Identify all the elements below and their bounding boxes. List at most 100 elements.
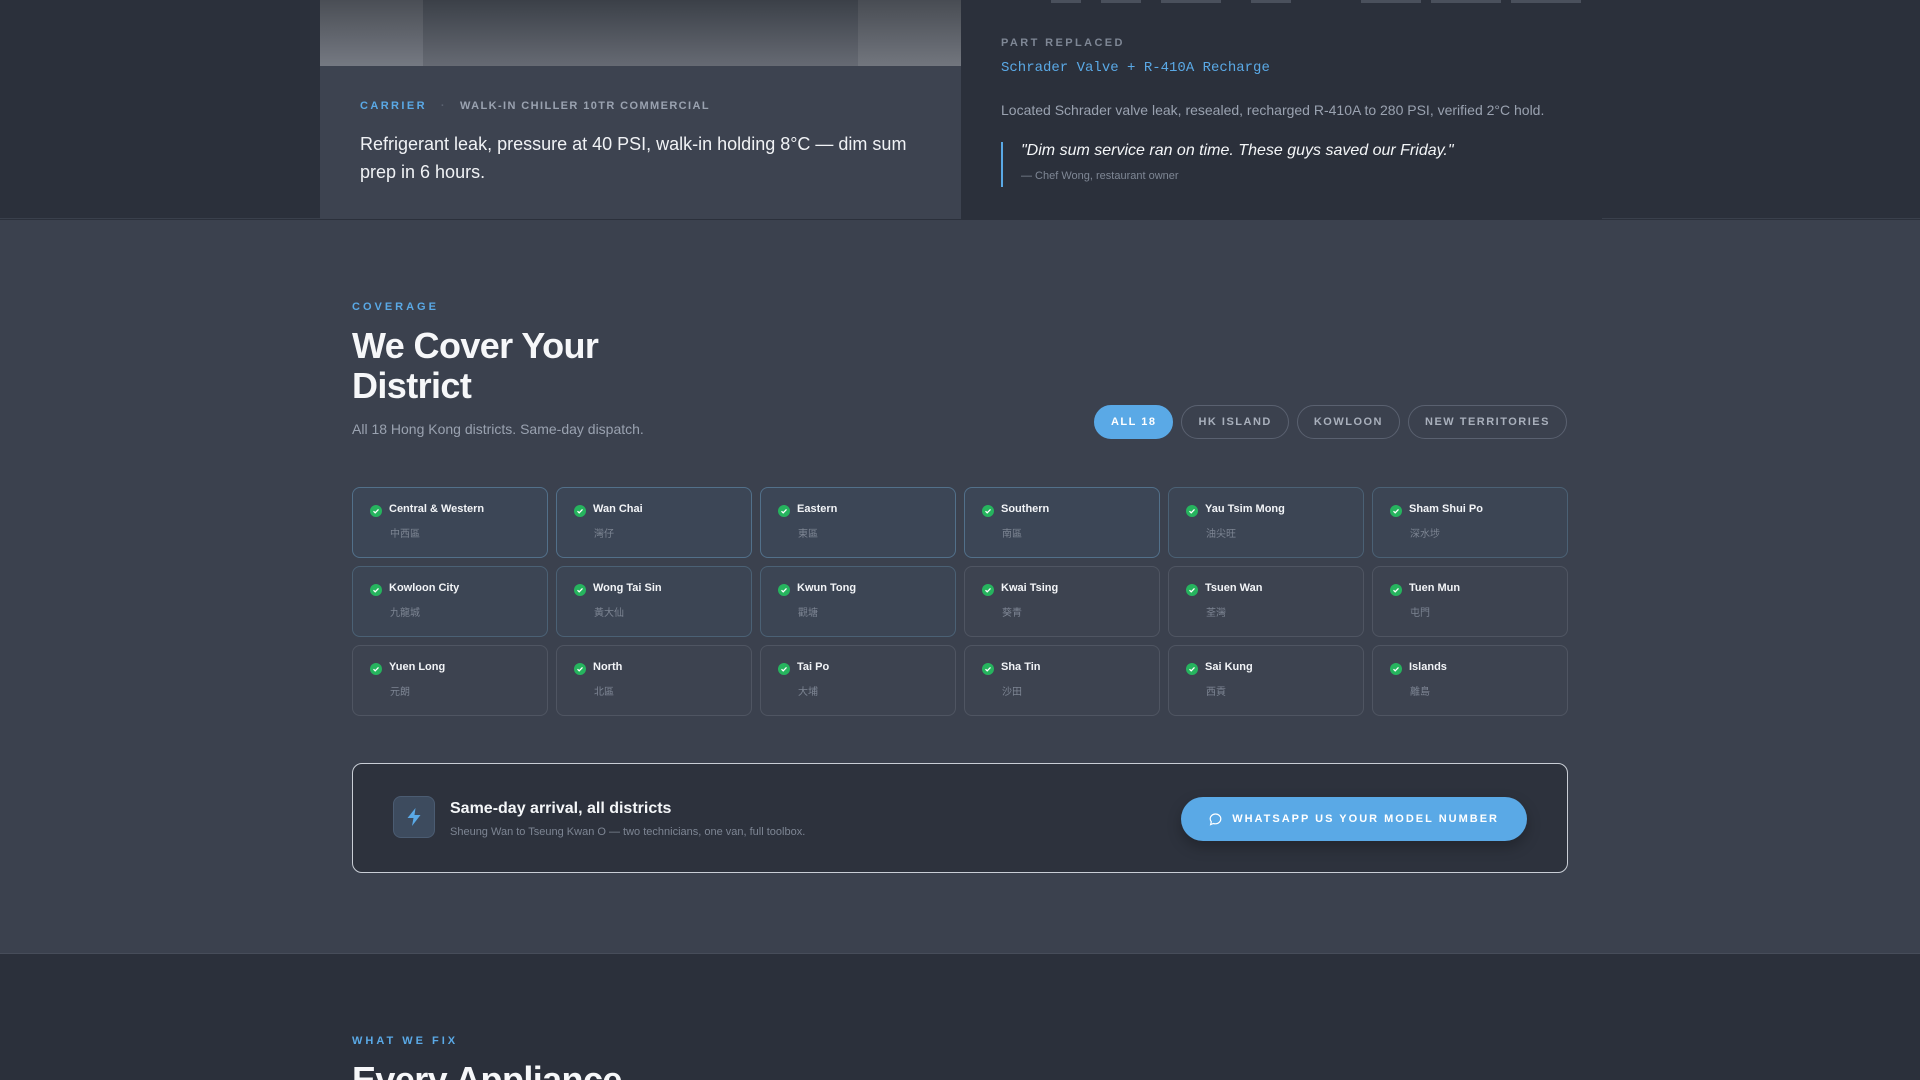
fix-eyebrow: WHAT WE FIX xyxy=(352,1035,459,1047)
district-name: Tuen Mun xyxy=(1409,582,1461,594)
district-name: Islands xyxy=(1409,661,1447,673)
part-description: Located Schrader valve leak, resealed, r… xyxy=(1001,102,1545,118)
district-card[interactable]: Kwun Tong 觀塘 xyxy=(760,566,956,637)
district-name: Sai Kung xyxy=(1205,661,1253,673)
region-filters: ALL 18 HK ISLAND KOWLOON NEW TERRITORIES xyxy=(1093,405,1567,439)
district-name-zh: 黃大仙 xyxy=(594,608,624,619)
filter-new-territories[interactable]: NEW TERRITORIES xyxy=(1408,405,1567,439)
district-card[interactable]: Tuen Mun 屯門 xyxy=(1372,566,1568,637)
district-name: Tsuen Wan xyxy=(1205,582,1263,594)
check-circle-icon xyxy=(574,584,586,596)
whatsapp-button-label: WHATSAPP US YOUR MODEL NUMBER xyxy=(1232,813,1499,825)
district-card[interactable]: Tsuen Wan 荃灣 xyxy=(1168,566,1364,637)
part-replaced-label: PART REPLACED xyxy=(1001,37,1125,49)
district-name: Yuen Long xyxy=(389,661,446,673)
district-name-zh: 元朗 xyxy=(390,687,410,698)
district-name-zh: 東區 xyxy=(798,529,818,540)
district-name: Central & Western xyxy=(389,503,485,515)
district-name: Sha Tin xyxy=(1001,661,1041,673)
district-card[interactable]: Wan Chai 灣仔 xyxy=(556,487,752,558)
district-card[interactable]: Eastern 東區 xyxy=(760,487,956,558)
check-circle-icon xyxy=(370,663,382,675)
testimonial-quote: "Dim sum service ran on time. These guys… xyxy=(1001,142,1454,187)
district-name-zh: 中西區 xyxy=(390,529,420,540)
district-card[interactable]: Kowloon City 九龍城 xyxy=(352,566,548,637)
district-name-zh: 屯門 xyxy=(1410,608,1430,619)
dispatch-subtitle: Sheung Wan to Tseung Kwan O — two techni… xyxy=(450,826,806,838)
district-card[interactable]: Southern 南區 xyxy=(964,487,1160,558)
district-name: Wong Tai Sin xyxy=(593,582,662,594)
check-circle-icon xyxy=(574,505,586,517)
district-card[interactable]: Islands 離島 xyxy=(1372,645,1568,716)
filter-hk-island[interactable]: HK ISLAND xyxy=(1181,405,1289,439)
check-circle-icon xyxy=(1390,584,1402,596)
check-circle-icon xyxy=(370,584,382,596)
case-brand: CARRIER xyxy=(360,100,427,112)
district-name-zh: 沙田 xyxy=(1002,687,1022,698)
district-name-zh: 荃灣 xyxy=(1206,608,1226,619)
chat-bubble-icon xyxy=(1209,812,1222,826)
district-name-zh: 離島 xyxy=(1410,687,1430,698)
check-circle-icon xyxy=(574,663,586,675)
what-we-fix-section: WHAT WE FIX Every Appliance xyxy=(0,955,1920,1080)
coverage-subtitle: All 18 Hong Kong districts. Same-day dis… xyxy=(352,421,644,437)
check-circle-icon xyxy=(1186,584,1198,596)
district-card[interactable]: Yuen Long 元朗 xyxy=(352,645,548,716)
case-study-card: CARRIER · WALK-IN CHILLER 10TR COMMERCIA… xyxy=(320,0,961,219)
fix-title: Every Appliance xyxy=(352,1059,622,1080)
district-name: Wan Chai xyxy=(593,503,643,515)
check-circle-icon xyxy=(1390,505,1402,517)
district-card[interactable]: Central & Western 中西區 xyxy=(352,487,548,558)
whatsapp-button[interactable]: WHATSAPP US YOUR MODEL NUMBER xyxy=(1181,797,1527,841)
coverage-eyebrow: COVERAGE xyxy=(352,301,439,313)
coverage-section: COVERAGE We Cover Your District All 18 H… xyxy=(0,220,1920,954)
case-study-band: CARRIER · WALK-IN CHILLER 10TR COMMERCIA… xyxy=(0,0,1920,219)
district-name-zh: 南區 xyxy=(1002,529,1022,540)
district-card[interactable]: Sha Tin 沙田 xyxy=(964,645,1160,716)
district-card[interactable]: North 北區 xyxy=(556,645,752,716)
district-name-zh: 深水埗 xyxy=(1410,529,1440,540)
filter-all[interactable]: ALL 18 xyxy=(1093,405,1174,439)
dispatch-banner: Same-day arrival, all districts Sheung W… xyxy=(352,763,1568,873)
check-circle-icon xyxy=(778,505,790,517)
meta-separator: · xyxy=(440,100,446,112)
part-name: Schrader Valve + R-410A Recharge xyxy=(1001,60,1270,76)
quote-text: "Dim sum service ran on time. These guys… xyxy=(1021,142,1454,159)
district-card[interactable]: Wong Tai Sin 黃大仙 xyxy=(556,566,752,637)
district-name: North xyxy=(593,661,623,673)
district-card[interactable]: Sai Kung 西貢 xyxy=(1168,645,1364,716)
check-circle-icon xyxy=(1186,663,1198,675)
district-name-zh: 灣仔 xyxy=(594,529,614,540)
case-meta: CARRIER · WALK-IN CHILLER 10TR COMMERCIA… xyxy=(360,100,710,112)
district-name-zh: 油尖旺 xyxy=(1206,529,1236,540)
district-name: Kwun Tong xyxy=(797,582,857,594)
district-name-zh: 觀塘 xyxy=(798,608,818,619)
district-card[interactable]: Kwai Tsing 葵青 xyxy=(964,566,1160,637)
check-circle-icon xyxy=(982,584,994,596)
district-grid: Central & Western 中西區 Wan Chai 灣仔 Eastern 東… xyxy=(352,487,1568,716)
district-name-zh: 北區 xyxy=(594,687,614,698)
district-name: Yau Tsim Mong xyxy=(1205,503,1285,515)
district-name: Kwai Tsing xyxy=(1001,582,1059,594)
district-card[interactable]: Yau Tsim Mong 油尖旺 xyxy=(1168,487,1364,558)
district-card[interactable]: Tai Po 大埔 xyxy=(760,645,956,716)
district-name-zh: 西貢 xyxy=(1206,687,1226,698)
check-circle-icon xyxy=(370,505,382,517)
district-name: Tai Po xyxy=(797,661,830,673)
case-photo xyxy=(320,0,961,66)
check-circle-icon xyxy=(778,584,790,596)
district-name-zh: 九龍城 xyxy=(390,608,420,619)
filter-kowloon[interactable]: KOWLOON xyxy=(1296,405,1401,439)
district-card[interactable]: Sham Shui Po 深水埗 xyxy=(1372,487,1568,558)
check-circle-icon xyxy=(1186,505,1198,517)
district-name-zh: 葵青 xyxy=(1002,608,1022,619)
district-name-zh: 大埔 xyxy=(798,687,818,698)
district-name: Kowloon City xyxy=(389,582,460,594)
district-name: Eastern xyxy=(797,503,838,515)
coverage-title: We Cover Your District xyxy=(352,325,599,406)
check-circle-icon xyxy=(982,663,994,675)
dispatch-title: Same-day arrival, all districts xyxy=(450,800,672,817)
district-name: Sham Shui Po xyxy=(1409,503,1483,515)
check-circle-icon xyxy=(982,505,994,517)
district-name: Southern xyxy=(1001,503,1050,515)
